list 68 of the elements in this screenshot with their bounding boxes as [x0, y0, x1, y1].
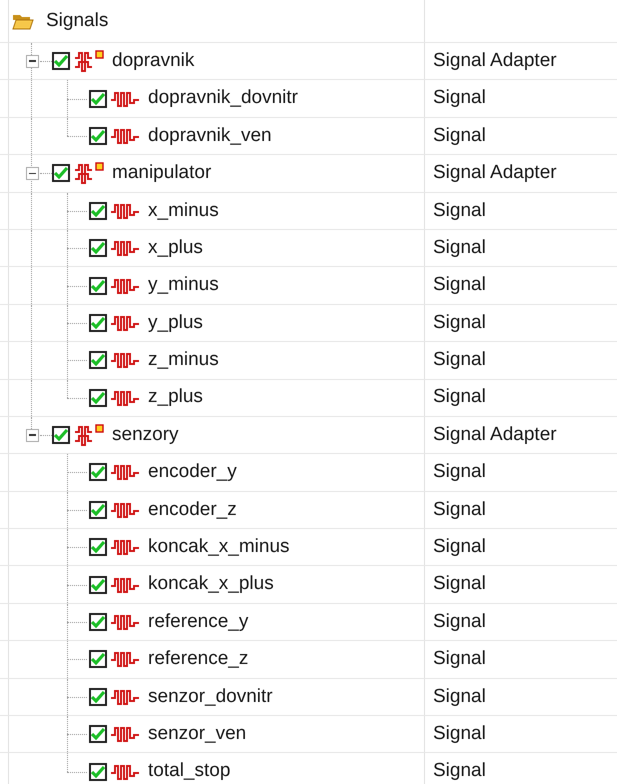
tree-label[interactable]: senzor_dovnitr: [148, 682, 273, 712]
type-cell-text: Signal: [433, 759, 486, 784]
checkbox[interactable]: [52, 426, 70, 444]
checkbox[interactable]: [89, 351, 107, 370]
tree-label[interactable]: dopravnik_dovnitr: [148, 84, 298, 113]
checkbox[interactable]: [89, 388, 107, 407]
checkbox[interactable]: [52, 164, 70, 182]
type-cell-text: Signal: [433, 198, 486, 222]
type-cell-text: Signal: [433, 647, 486, 672]
type-cell-text: Signal: [433, 348, 486, 372]
tree-label[interactable]: dopravnik: [112, 46, 194, 76]
tree-label[interactable]: senzory: [112, 420, 179, 450]
checkbox[interactable]: [89, 202, 107, 220]
collapse-toggle[interactable]: [26, 54, 38, 68]
tree-label[interactable]: reference_z: [148, 645, 248, 674]
type-cell-text: Signal: [433, 498, 486, 522]
signal-adapter-icon: [74, 162, 106, 184]
checkbox[interactable]: [89, 650, 107, 668]
type-cell-text: Signal: [433, 722, 486, 746]
checkbox[interactable]: [89, 126, 107, 145]
signal-adapter-icon: [74, 50, 106, 72]
tree-label[interactable]: reference_y: [148, 608, 248, 636]
type-cell-text: Signal Adapter: [433, 48, 557, 73]
tree-label[interactable]: y_plus: [148, 308, 203, 338]
tree-label[interactable]: total_stop: [148, 757, 230, 784]
checkbox[interactable]: [89, 725, 107, 744]
tree-label[interactable]: z_plus: [148, 383, 203, 412]
type-cell-text: Signal: [433, 385, 486, 410]
tree-label[interactable]: z_minus: [148, 346, 219, 375]
checkbox[interactable]: [52, 52, 70, 70]
checkbox[interactable]: [89, 276, 107, 295]
tree-label[interactable]: x_minus: [148, 196, 219, 225]
type-cell-text: Signal: [433, 610, 486, 634]
checkbox[interactable]: [89, 239, 107, 258]
checkbox[interactable]: [89, 576, 107, 594]
checkbox[interactable]: [89, 463, 107, 482]
checkbox[interactable]: [89, 613, 107, 632]
type-cell-text: Signal: [433, 124, 486, 148]
collapse-toggle[interactable]: [26, 166, 38, 180]
checkbox[interactable]: [89, 688, 107, 706]
collapse-toggle[interactable]: [26, 428, 38, 442]
tree-label[interactable]: encoder_y: [148, 458, 237, 487]
type-cell-text: Signal: [433, 460, 486, 484]
type-cell-text: Signal: [433, 535, 486, 560]
tree-label[interactable]: manipulator: [112, 159, 212, 188]
tree-label[interactable]: dopravnik_ven: [148, 122, 272, 150]
folder-icon: [12, 12, 34, 30]
type-cell-text: Signal: [433, 684, 486, 709]
tree-label[interactable]: senzor_ven: [148, 720, 246, 748]
tree-label[interactable]: koncak_x_minus: [148, 533, 290, 562]
type-cell-text: Signal: [433, 310, 486, 335]
checkbox[interactable]: [89, 90, 107, 108]
checkbox[interactable]: [89, 500, 107, 519]
type-cell-text: Signal Adapter: [433, 422, 557, 447]
tree-label[interactable]: x_plus: [148, 234, 203, 262]
type-cell-text: Signal: [433, 236, 486, 260]
tree-label[interactable]: Signals: [46, 6, 108, 36]
tree-label[interactable]: koncak_x_plus: [148, 570, 274, 599]
type-cell-text: Signal: [433, 273, 486, 298]
tree-label[interactable]: encoder_z: [148, 496, 237, 524]
checkbox[interactable]: [89, 762, 107, 781]
type-cell-text: Signal: [433, 86, 486, 110]
signal-adapter-icon: [74, 424, 106, 446]
type-cell-text: Signal Adapter: [433, 161, 557, 186]
tree-label[interactable]: y_minus: [148, 271, 219, 300]
checkbox[interactable]: [89, 314, 107, 332]
checkbox[interactable]: [89, 538, 107, 556]
type-cell-text: Signal: [433, 572, 486, 596]
